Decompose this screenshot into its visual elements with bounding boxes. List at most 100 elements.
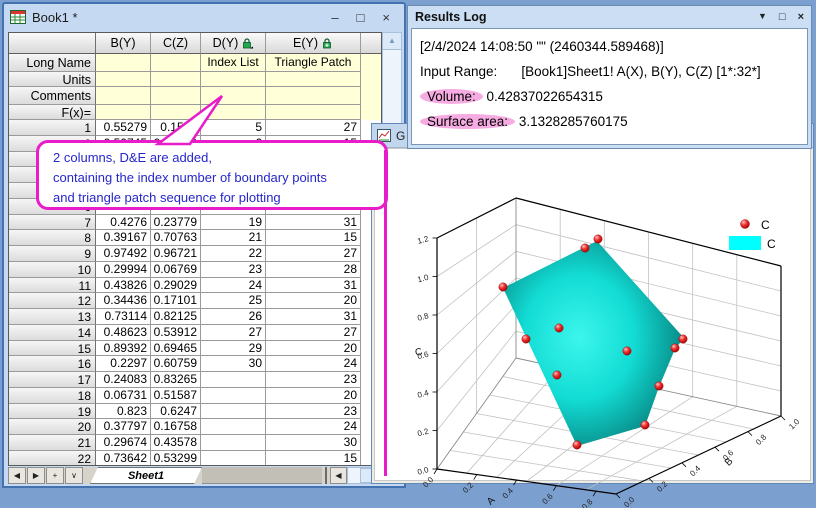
data-cell[interactable]: 30	[201, 356, 266, 372]
data-cell[interactable]: 23	[201, 261, 266, 278]
data-cell[interactable]: 15	[266, 230, 361, 246]
data-cell[interactable]: 0.34436	[96, 293, 151, 309]
data-cell[interactable]: 23	[266, 372, 361, 388]
data-cell[interactable]: 0.73642	[96, 450, 151, 465]
results-log-content[interactable]: [2/4/2024 14:08:50 "" (2460344.589468)] …	[411, 28, 808, 145]
graph-page[interactable]: 0.0 0.2 0.4 0.6 0.8 1.0 1.2 C 0.0 0.2 0.4 0.6 0.8 A 0.…	[374, 148, 811, 508]
data-cell[interactable]: 27	[201, 324, 266, 341]
data-cell[interactable]: 22	[201, 246, 266, 262]
row-index-cell[interactable]: 21	[9, 435, 96, 451]
data-cell[interactable]: 24	[266, 356, 361, 372]
data-point[interactable]	[593, 234, 603, 244]
row-index-cell[interactable]: 1	[9, 120, 96, 136]
data-cell[interactable]: 0.17101	[151, 293, 201, 309]
hscroll-left-icon[interactable]: ◀	[330, 467, 347, 484]
data-cell[interactable]: 0.55279	[96, 120, 151, 136]
row-index-cell[interactable]: 15	[9, 340, 96, 357]
data-cell[interactable]: 0.37797	[96, 419, 151, 435]
data-cell[interactable]: 0.73114	[96, 309, 151, 325]
row-index-cell[interactable]: 11	[9, 277, 96, 294]
data-cell[interactable]: 0.53299	[151, 450, 201, 465]
data-point[interactable]	[572, 440, 582, 450]
tab-next-button[interactable]: ▶	[27, 467, 45, 484]
data-cell[interactable]: 0.97492	[96, 246, 151, 262]
row-label[interactable]: F(x)=	[9, 105, 96, 120]
data-cell[interactable]: 20	[266, 293, 361, 309]
data-cell[interactable]: 0.89392	[96, 340, 151, 357]
data-cell[interactable]: 0.16758	[151, 419, 201, 435]
data-cell[interactable]: 20	[266, 340, 361, 357]
results-log-window[interactable]: Results Log ▼ □ × [2/4/2024 14:08:50 "" …	[407, 5, 812, 149]
row-index-cell[interactable]: 8	[9, 230, 96, 246]
3d-plot[interactable]: 0.00.20.40.60.81.01.2C0.0 0.2 0.4 0.6 0.8A 0.…	[409, 186, 814, 508]
close-button[interactable]: ×	[798, 11, 804, 23]
data-cell[interactable]: 30	[266, 435, 361, 451]
data-cell[interactable]: 31	[266, 277, 361, 294]
data-cell[interactable]: 0.06731	[96, 387, 151, 404]
data-cell[interactable]: 25	[201, 293, 266, 309]
row-index-cell[interactable]: 7	[9, 214, 96, 231]
row-index-cell[interactable]: 13	[9, 309, 96, 325]
row-index-cell[interactable]: 16	[9, 356, 96, 372]
data-cell[interactable]: 0.29029	[151, 277, 201, 294]
row-index-cell[interactable]: 22	[9, 450, 96, 465]
row-index-cell[interactable]: 14	[9, 324, 96, 341]
close-button[interactable]: ×	[382, 11, 390, 24]
data-point[interactable]	[640, 420, 650, 430]
column-header-D[interactable]: D(Y)	[201, 33, 266, 54]
data-cell[interactable]: 0.48623	[96, 324, 151, 341]
row-index-cell[interactable]: 12	[9, 293, 96, 309]
data-cell[interactable]: 26	[201, 309, 266, 325]
data-cell[interactable]: 0.60759	[151, 356, 201, 372]
column-header-C[interactable]: C(Z)	[151, 33, 201, 54]
data-cell[interactable]: 23	[266, 403, 361, 420]
add-sheet-button[interactable]: +	[46, 467, 64, 484]
data-cell[interactable]: 15	[266, 450, 361, 465]
book1-window[interactable]: Book1 * – □ × B(Y) C(Z) D(Y) E(Y) Long N…	[2, 2, 414, 488]
data-cell[interactable]: 0.24083	[96, 372, 151, 388]
data-point[interactable]	[552, 370, 562, 380]
data-cell[interactable]: 0.53912	[151, 324, 201, 341]
data-point[interactable]	[678, 334, 688, 344]
data-cell[interactable]: 0.2297	[96, 356, 151, 372]
column-header-E[interactable]: E(Y)	[266, 33, 361, 54]
row-label[interactable]: Units	[9, 72, 96, 87]
data-cell[interactable]: 0.43578	[151, 435, 201, 451]
data-cell[interactable]: 28	[266, 261, 361, 278]
column-header-B[interactable]: B(Y)	[96, 33, 151, 54]
data-cell[interactable]	[201, 387, 266, 404]
data-point[interactable]	[654, 381, 664, 391]
data-cell[interactable]: 0.6247	[151, 403, 201, 420]
menu-arrow-icon[interactable]: ▼	[758, 11, 767, 23]
results-log-titlebar[interactable]: Results Log ▼ □ ×	[408, 6, 811, 27]
data-cell[interactable]: 21	[201, 230, 266, 246]
data-point[interactable]	[670, 343, 680, 353]
data-cell[interactable]: 0.43826	[96, 277, 151, 294]
data-cell[interactable]: 24	[266, 419, 361, 435]
row-index-cell[interactable]: 10	[9, 261, 96, 278]
maximize-button[interactable]: □	[779, 11, 786, 23]
data-cell[interactable]: 31	[266, 309, 361, 325]
data-cell[interactable]: 0.823	[96, 403, 151, 420]
tab-list-button[interactable]: ∨	[65, 467, 83, 484]
data-cell[interactable]: 0.23779	[151, 214, 201, 231]
book1-titlebar[interactable]: Book1 * – □ ×	[4, 4, 404, 30]
data-cell[interactable]: 29	[201, 340, 266, 357]
data-point[interactable]	[622, 346, 632, 356]
data-cell[interactable]: 0.83265	[151, 372, 201, 388]
data-cell[interactable]: 27	[266, 120, 361, 136]
data-cell[interactable]: 27	[266, 246, 361, 262]
tab-sheet1[interactable]: Sheet1	[90, 467, 202, 484]
row-label[interactable]: Comments	[9, 87, 96, 105]
data-cell[interactable]: 31	[266, 214, 361, 231]
row-index-cell[interactable]: 19	[9, 403, 96, 420]
data-cell[interactable]: 0.39167	[96, 230, 151, 246]
row-index-cell[interactable]: 20	[9, 419, 96, 435]
row-index-cell[interactable]: 17	[9, 372, 96, 388]
long-name-E[interactable]: Triangle Patch	[266, 54, 361, 72]
data-cell[interactable]: 0.69465	[151, 340, 201, 357]
data-cell[interactable]	[201, 435, 266, 451]
data-cell[interactable]: 0.06769	[151, 261, 201, 278]
data-cell[interactable]: 0.82125	[151, 309, 201, 325]
data-cell[interactable]	[201, 403, 266, 420]
